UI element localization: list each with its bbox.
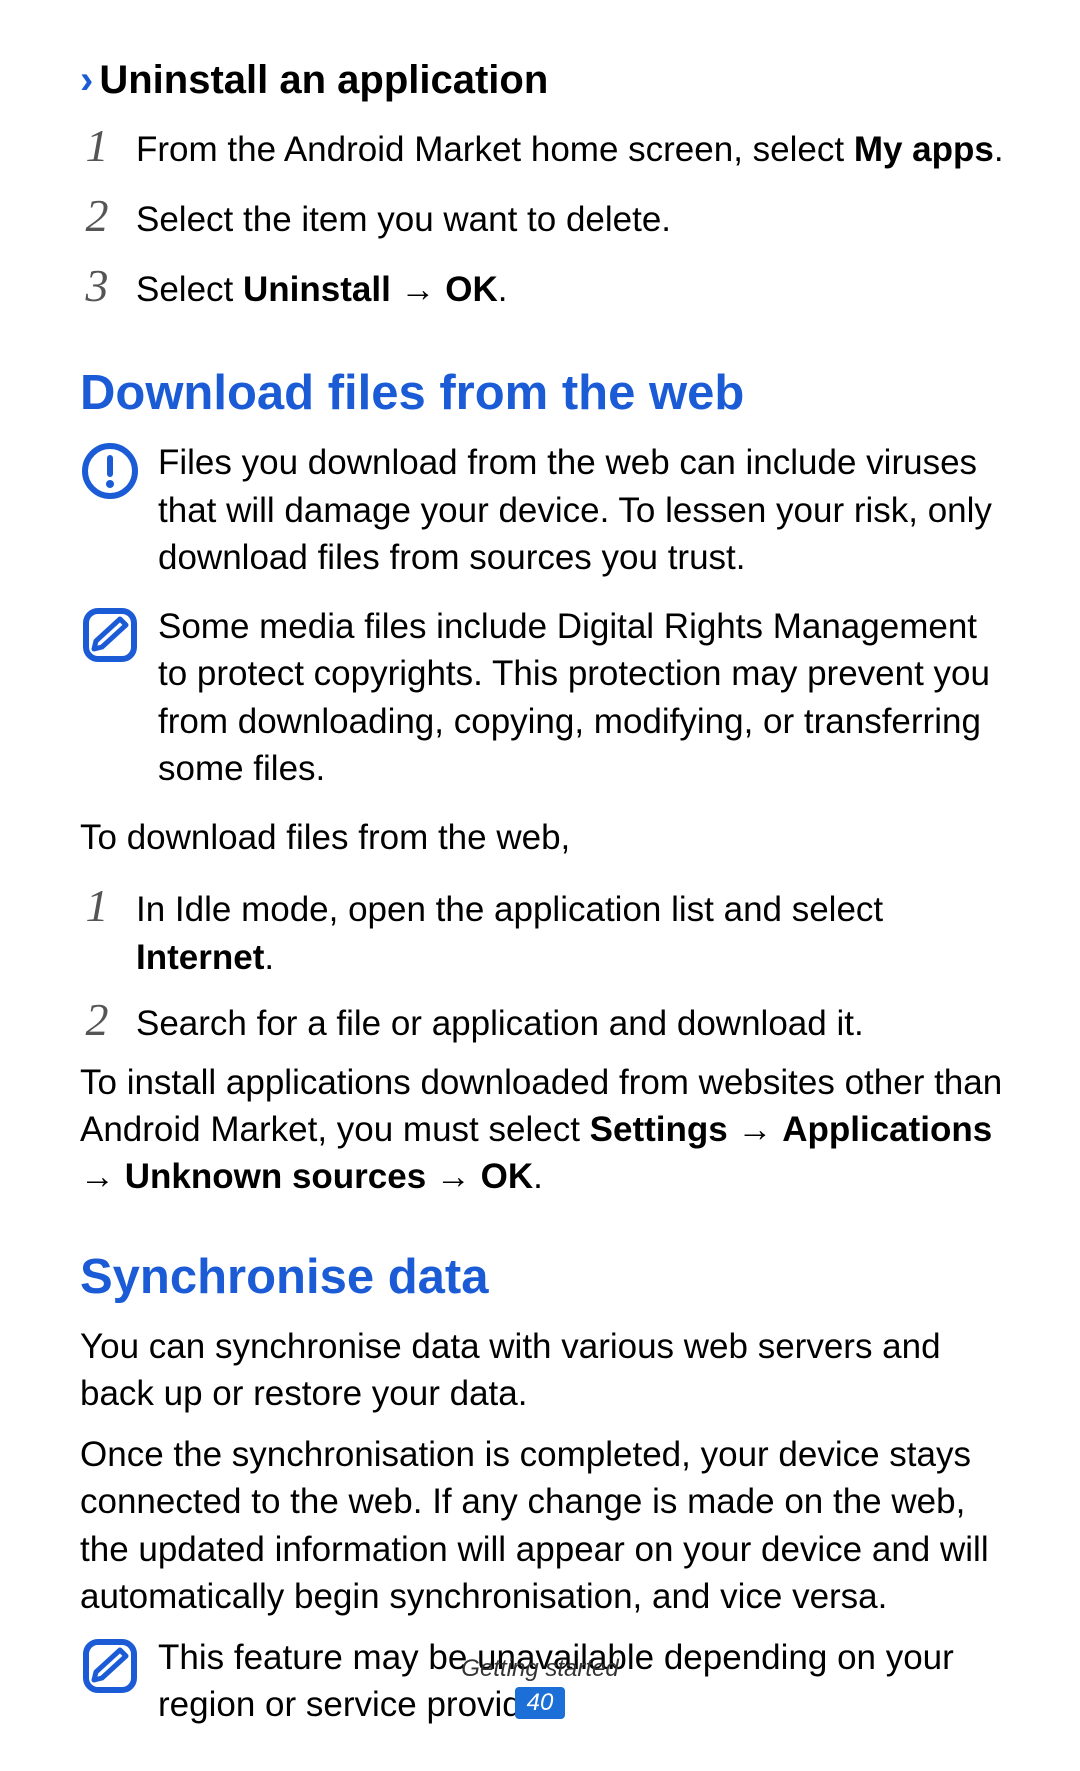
bold-text: Unknown sources (125, 1157, 426, 1196)
step-number: 2 (80, 185, 114, 247)
note-callout: Some media files include Digital Rights … (80, 603, 1010, 792)
paragraph: You can synchronise data with various we… (80, 1323, 1010, 1418)
step-1: 1 In Idle mode, open the application lis… (80, 875, 1010, 981)
text-fragment: → (426, 1157, 480, 1196)
warning-text: Files you download from the web can incl… (158, 439, 1010, 581)
page-number: 40 (515, 1687, 566, 1719)
step-number: 3 (80, 255, 114, 317)
text-fragment: In Idle mode, open the application list … (136, 890, 883, 929)
step-text: From the Android Market home screen, sel… (136, 126, 1010, 173)
step-text: Select the item you want to delete. (136, 196, 1010, 243)
step-number: 1 (80, 115, 114, 177)
heading-sync: Synchronise data (80, 1249, 1010, 1305)
bold-text: OK (445, 270, 498, 309)
step-2: 2 Search for a file or application and d… (80, 989, 1010, 1051)
note-text: Some media files include Digital Rights … (158, 603, 1010, 792)
step-1: 1 From the Android Market home screen, s… (80, 115, 1010, 177)
step-2: 2 Select the item you want to delete. (80, 185, 1010, 247)
bold-text: Settings (590, 1110, 728, 1149)
heading-download: Download files from the web (80, 365, 1010, 421)
step-text: Search for a file or application and dow… (136, 1000, 1010, 1047)
text-fragment: . (498, 270, 508, 309)
step-text: Select Uninstall → OK. (136, 266, 1010, 313)
bold-text: Uninstall (243, 270, 391, 309)
step-number: 2 (80, 989, 114, 1051)
step-text: In Idle mode, open the application list … (136, 886, 1010, 981)
text-fragment: → (391, 270, 445, 309)
page-footer: Getting started 40 (0, 1655, 1080, 1719)
bold-text: My apps (854, 130, 994, 169)
paragraph: Once the synchronisation is completed, y… (80, 1431, 1010, 1620)
text-fragment: → (80, 1157, 125, 1196)
text-fragment: From the Android Market home screen, sel… (136, 130, 854, 169)
text-fragment: → (728, 1110, 782, 1149)
text-fragment: . (533, 1157, 543, 1196)
paragraph: To install applications downloaded from … (80, 1059, 1010, 1201)
step-3: 3 Select Uninstall → OK. (80, 255, 1010, 317)
warning-callout: Files you download from the web can incl… (80, 439, 1010, 581)
footer-section-label: Getting started (0, 1655, 1080, 1683)
manual-page: › Uninstall an application 1 From the An… (0, 0, 1080, 1771)
note-icon (80, 605, 140, 665)
text-fragment: . (264, 938, 274, 977)
warning-icon (80, 441, 140, 501)
bold-text: OK (481, 1157, 534, 1196)
paragraph: To download files from the web, (80, 814, 1010, 861)
bold-text: Internet (136, 938, 264, 977)
text-fragment: . (994, 130, 1004, 169)
text-fragment: Select (136, 270, 243, 309)
chevron-right-icon: › (80, 58, 93, 103)
bold-text: Applications (782, 1110, 992, 1149)
sub-heading-uninstall: › Uninstall an application (80, 58, 1010, 103)
step-number: 1 (80, 875, 114, 937)
sub-heading-text: Uninstall an application (99, 58, 548, 103)
